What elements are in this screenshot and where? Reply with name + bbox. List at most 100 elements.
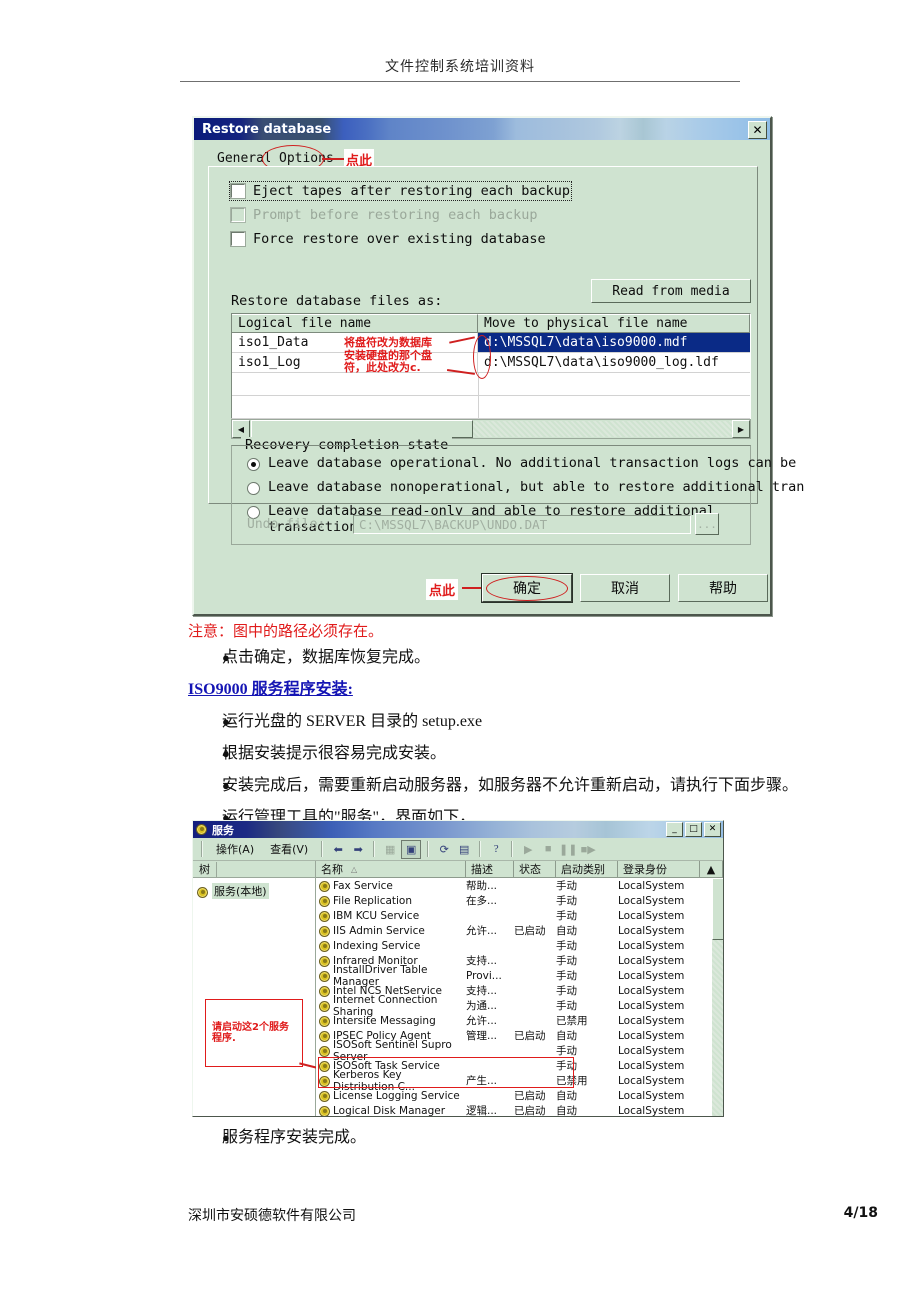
restore-files-grid[interactable]: Logical file name Move to physical file …	[231, 313, 751, 419]
tree-tab[interactable]: 树	[193, 861, 315, 878]
export-list-icon[interactable]: ▤	[455, 841, 473, 858]
minimize-icon[interactable]: _	[666, 822, 683, 837]
section-heading-iso9000[interactable]: ISO9000 服务程序安装:	[188, 677, 878, 703]
service-logon-cell: LocalSystem	[618, 999, 685, 1012]
scroll-right-icon[interactable]: ▶	[732, 420, 750, 438]
column-header-status[interactable]: 状态	[514, 861, 556, 878]
column-header-description[interactable]: 描述	[466, 861, 514, 878]
stop-service-icon[interactable]: ■	[539, 841, 557, 858]
grid-header-logical-name[interactable]: Logical file name	[232, 314, 478, 333]
refresh-icon[interactable]: ⟳	[435, 841, 453, 858]
pause-service-icon[interactable]: ❚❚	[559, 841, 577, 858]
scrollbar-thumb[interactable]	[251, 420, 473, 438]
service-startup-cell: 手动	[556, 895, 577, 907]
service-name-text: Fax Service	[333, 879, 393, 892]
list-item: ● 运行光盘的 SERVER 目录的 setup.exe	[188, 709, 878, 735]
service-logon-cell: LocalSystem	[618, 969, 685, 982]
table-row[interactable]: iso1_Data d:\MSSQL7\data\iso9000.mdf	[232, 333, 750, 353]
table-row[interactable]: iso1_Log d:\MSSQL7\data\iso9000_log.ldf	[232, 353, 750, 373]
annotation-click-here-ok: 点此	[426, 579, 459, 600]
table-row[interactable]: IBM KCU Service 手动 LocalSystem	[316, 908, 723, 923]
table-row[interactable]: Intersite Messaging 允许... 已禁用 LocalSystem	[316, 1013, 723, 1028]
radio-leave-nonoperational[interactable]: Leave database nonoperational, but able …	[247, 479, 804, 495]
service-description-cell: 在多...	[466, 895, 498, 907]
service-description-cell: 支持...	[466, 985, 498, 997]
scrollbar-track[interactable]	[473, 421, 732, 437]
resume-service-icon[interactable]: ■▶	[579, 841, 597, 858]
close-icon[interactable]: ✕	[748, 121, 767, 139]
grid-header-physical-name[interactable]: Move to physical file name	[478, 314, 750, 333]
grid-horizontal-scrollbar[interactable]: ◀ ▶	[231, 419, 751, 439]
close-icon[interactable]: ✕	[704, 822, 721, 837]
undo-file-input[interactable]: C:\MSSQL7\BACKUP\UNDO.DAT	[353, 514, 691, 534]
annotation-leader-options	[322, 158, 344, 160]
table-row[interactable]: Logical Disk Manager 逻辑... 已启动 自动 LocalSyste…	[316, 1103, 723, 1117]
table-row[interactable]: InstallDriver Table Manager Provi... 手动 Loc…	[316, 964, 723, 988]
column-header-logon-as[interactable]: 登录身份	[618, 861, 700, 878]
menu-view[interactable]: 查看(V)	[263, 841, 315, 857]
maximize-icon[interactable]: □	[685, 822, 702, 837]
menu-action[interactable]: 操作(A)	[209, 841, 261, 857]
table-row[interactable]: License Logging Service 已启动 自动 LocalSystem	[316, 1088, 723, 1103]
table-row[interactable]: ISOSoft Sentinel Supro Server 手动 LocalSyst…	[316, 1039, 723, 1063]
column-header-name[interactable]: 名称 △	[316, 861, 466, 878]
forward-arrow-icon[interactable]: ➡	[349, 841, 367, 858]
table-row[interactable]: Fax Service 帮助... 手动 LocalSystem	[316, 878, 723, 893]
annotation-box-line1: 请启动这2个服务	[212, 1022, 289, 1033]
service-startup-cell: 手动	[556, 970, 577, 982]
table-row[interactable]: Indexing Service 手动 LocalSystem	[316, 938, 723, 953]
service-status-cell: 已启动	[514, 925, 546, 937]
scrollbar-thumb[interactable]	[712, 878, 723, 940]
column-header-name-text: 名称	[321, 863, 343, 876]
services-title-text: 服务	[212, 823, 234, 837]
document-header: 文件控制系统培训资料	[180, 56, 740, 82]
service-gear-icon	[319, 1030, 330, 1042]
dialog-titlebar: Restore database ✕	[194, 118, 770, 140]
service-logon-cell: LocalSystem	[618, 1014, 685, 1027]
back-arrow-icon[interactable]: ⬅	[329, 841, 347, 858]
up-folder-icon[interactable]: ▦	[381, 841, 399, 858]
table-row[interactable]: Internet Connection Sharing 为通... 手动 LocalS…	[316, 994, 723, 1018]
scroll-up-icon[interactable]: ▲	[700, 861, 723, 878]
radio-button-icon	[247, 482, 260, 495]
service-gear-icon	[319, 1000, 330, 1012]
dialog-title-text: Restore database	[202, 121, 332, 137]
grid-cell-physical[interactable]: d:\MSSQL7\data\iso9000_log.ldf	[478, 353, 750, 373]
undo-browse-button[interactable]: ...	[695, 513, 719, 535]
help-button[interactable]: 帮助	[678, 574, 768, 602]
undo-file-label: Undo file:	[247, 516, 326, 532]
window-controls: _ □ ✕	[666, 822, 721, 837]
list-vertical-scrollbar[interactable]	[712, 878, 723, 1116]
cancel-button[interactable]: 取消	[580, 574, 670, 602]
help-icon[interactable]: ?	[487, 841, 505, 858]
service-logon-cell: LocalSystem	[618, 924, 685, 937]
service-logon-cell: LocalSystem	[618, 1074, 685, 1087]
dialog-footer: 点此 确定 取消 帮助	[194, 570, 770, 610]
service-name-text: Intersite Messaging	[333, 1014, 436, 1027]
grid-cell-physical[interactable]: d:\MSSQL7\data\iso9000.mdf	[478, 333, 750, 353]
services-gear-icon	[197, 886, 208, 898]
service-name-text: License Logging Service	[333, 1089, 460, 1102]
grid-header-row: Logical file name Move to physical file …	[232, 314, 750, 333]
service-description-cell: 为通...	[466, 1000, 498, 1012]
service-startup-cell: 手动	[556, 985, 577, 997]
column-header-startup-type[interactable]: 启动类别	[556, 861, 618, 878]
service-logon-cell: LocalSystem	[618, 879, 685, 892]
checkbox-eject-tapes[interactable]: Eject tapes after restoring each backup	[229, 181, 572, 201]
sidebar-item-services-local[interactable]: 服务(本地)	[197, 883, 315, 899]
bullet-icon: ●	[222, 650, 230, 665]
table-row[interactable]: IIS Admin Service 允许... 已启动 自动 LocalSystem	[316, 923, 723, 938]
start-service-icon[interactable]: ▶	[519, 841, 537, 858]
radio-leave-operational[interactable]: Leave database operational. No additiona…	[247, 455, 796, 471]
list-item: ● 点击确定，数据库恢复完成。	[188, 645, 878, 671]
footer-page-number: 4/18	[843, 1205, 878, 1221]
services-titlebar: 服务 _ □ ✕	[193, 821, 723, 838]
undo-file-row: Undo file: C:\MSSQL7\BACKUP\UNDO.DAT ...	[247, 513, 719, 535]
table-row[interactable]: File Replication 在多... 手动 LocalSystem	[316, 893, 723, 908]
show-tree-icon[interactable]: ▣	[401, 839, 422, 859]
scroll-left-icon[interactable]: ◀	[232, 420, 250, 438]
service-startup-cell: 自动	[556, 1030, 577, 1042]
service-name-text: Logical Disk Manager	[333, 1104, 446, 1117]
read-from-media-button[interactable]: Read from media	[591, 279, 751, 303]
checkbox-force-restore[interactable]: Force restore over existing database	[230, 231, 546, 247]
